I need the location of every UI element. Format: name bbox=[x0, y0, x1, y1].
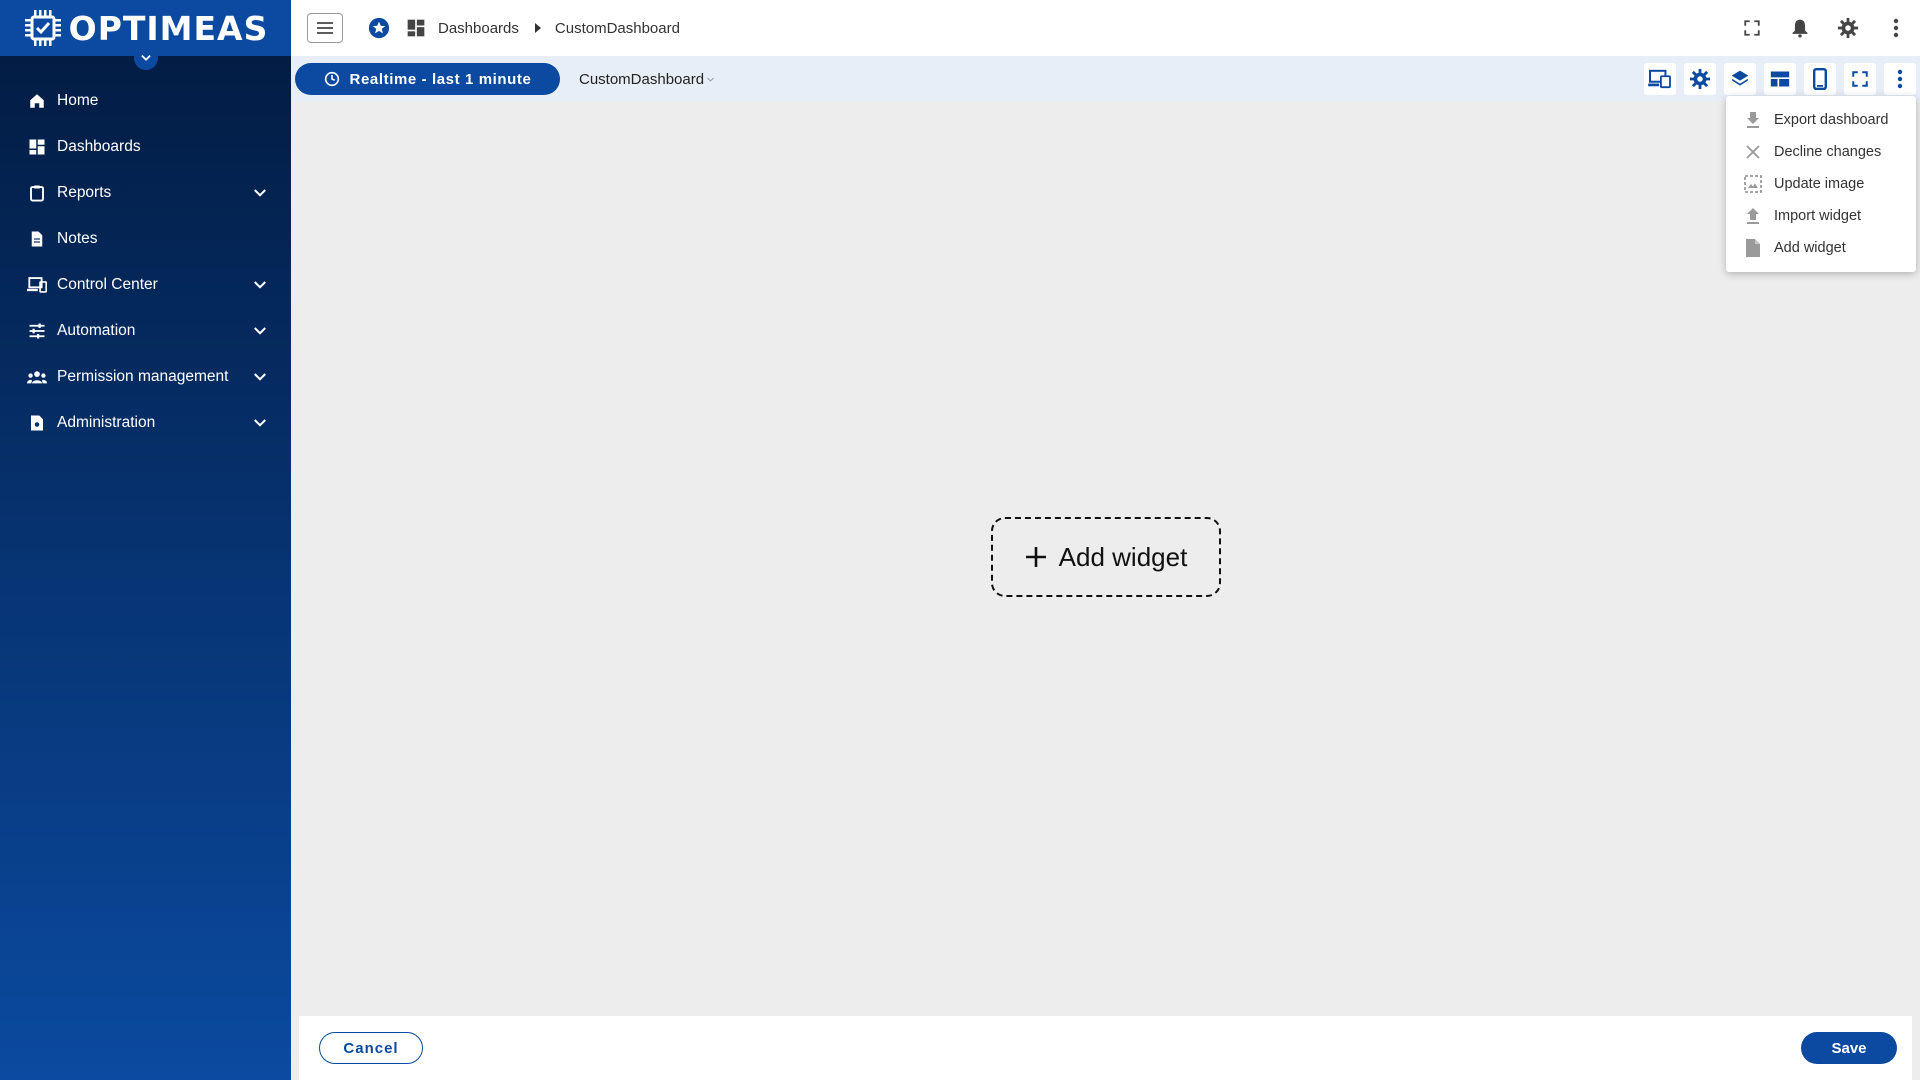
breadcrumb-current: CustomDashboard bbox=[554, 19, 680, 37]
layers-icon bbox=[1731, 70, 1749, 86]
mobile-view-button[interactable] bbox=[1804, 63, 1836, 95]
plus-icon bbox=[1025, 547, 1046, 567]
logo-chip-icon bbox=[24, 10, 61, 46]
sidebar-item-control-center[interactable]: Control Center bbox=[0, 262, 291, 308]
menu-item-label: Add widget bbox=[1774, 240, 1846, 256]
sidebar-item-permission-management[interactable]: Permission management bbox=[0, 354, 291, 400]
menu-item-export-dashboard[interactable]: Export dashboard bbox=[1726, 104, 1916, 136]
clock-icon bbox=[324, 71, 339, 87]
sidebar-menu-button[interactable] bbox=[307, 13, 343, 43]
admin-icon bbox=[27, 413, 47, 433]
devices-icon bbox=[27, 275, 47, 295]
close-icon bbox=[1744, 143, 1762, 161]
cancel-button[interactable]: Cancel bbox=[319, 1032, 423, 1064]
sidebar-item-automation[interactable]: Automation bbox=[0, 308, 291, 354]
sidebar-item-dashboards[interactable]: Dashboards bbox=[0, 124, 291, 170]
chevron-down-icon bbox=[254, 419, 266, 427]
dashboard-select[interactable]: CustomDashboard bbox=[579, 71, 715, 88]
menu-item-import-widget[interactable]: Import widget bbox=[1726, 200, 1916, 232]
menu-item-label: Export dashboard bbox=[1774, 112, 1889, 128]
dashboard-toolbar: Realtime - last 1 minute CustomDashboard bbox=[291, 56, 1920, 102]
sidebar-item-administration[interactable]: Administration bbox=[0, 400, 291, 446]
group-icon bbox=[27, 367, 47, 387]
gear-icon bbox=[1689, 68, 1711, 90]
layout-button[interactable] bbox=[1764, 63, 1796, 95]
layers-button[interactable] bbox=[1724, 63, 1756, 95]
add-widget-label: Add widget bbox=[1058, 541, 1188, 572]
bell-icon[interactable] bbox=[1788, 16, 1812, 40]
clipboard-icon bbox=[27, 183, 47, 203]
devices-icon bbox=[1648, 69, 1671, 89]
note-icon bbox=[27, 229, 47, 249]
chevron-down-icon bbox=[140, 55, 151, 61]
fullscreen-icon[interactable] bbox=[1740, 16, 1764, 40]
chevron-down-icon bbox=[254, 189, 266, 197]
dashboard-select-value: CustomDashboard bbox=[579, 70, 705, 88]
sidebar-item-label: Permission management bbox=[57, 368, 229, 385]
fullscreen-button[interactable] bbox=[1844, 63, 1876, 95]
menu-item-label: Decline changes bbox=[1774, 144, 1882, 160]
home-icon bbox=[27, 91, 47, 111]
more-options-menu: Export dashboard Decline changes Update … bbox=[1726, 96, 1916, 272]
toolbar-icons bbox=[1644, 63, 1916, 95]
logo-bar: OPTIMEAS bbox=[0, 0, 291, 70]
chevron-down-icon bbox=[254, 327, 266, 335]
chevron-right-icon bbox=[534, 23, 541, 33]
sidebar-item-label: Control Center bbox=[57, 276, 158, 293]
dashboard-canvas: Add widget bbox=[291, 102, 1920, 1016]
upload-icon bbox=[1744, 207, 1762, 225]
brand-logo-text: OPTIMEAS bbox=[68, 8, 269, 48]
sidebar-item-notes[interactable]: Notes bbox=[0, 216, 291, 262]
header-actions bbox=[1740, 0, 1920, 56]
sidebar-item-reports[interactable]: Reports bbox=[0, 170, 291, 216]
menu-item-add-widget[interactable]: Add widget bbox=[1726, 232, 1916, 264]
top-header: Dashboards CustomDashboard bbox=[291, 0, 1920, 56]
dashboard-icon bbox=[407, 19, 425, 37]
gear-icon[interactable] bbox=[1836, 16, 1860, 40]
sidebar-item-label: Dashboards bbox=[57, 138, 141, 155]
sidebar: OPTIMEAS Home Dashboards Reports Notes C… bbox=[0, 0, 291, 1080]
sidebar-collapse-toggle[interactable] bbox=[133, 46, 158, 70]
menu-item-update-image[interactable]: Update image bbox=[1726, 168, 1916, 200]
sidebar-item-label: Notes bbox=[57, 230, 98, 247]
file-icon bbox=[1744, 239, 1762, 257]
sidebar-item-label: Administration bbox=[57, 414, 156, 431]
chevron-down-icon bbox=[707, 77, 714, 82]
tune-icon bbox=[27, 321, 47, 341]
chevron-down-icon bbox=[254, 373, 266, 381]
hamburger-icon bbox=[317, 22, 333, 34]
menu-item-label: Update image bbox=[1774, 176, 1865, 192]
realtime-label: Realtime - last 1 minute bbox=[349, 70, 532, 88]
more-options-button[interactable] bbox=[1884, 63, 1916, 95]
sidebar-item-label: Reports bbox=[57, 184, 112, 201]
edit-footer: Cancel Save bbox=[299, 1016, 1912, 1080]
realtime-range-button[interactable]: Realtime - last 1 minute bbox=[295, 63, 560, 95]
fullscreen-icon bbox=[1852, 71, 1868, 87]
more-vert-icon[interactable] bbox=[1884, 16, 1908, 40]
more-vert-icon bbox=[1897, 69, 1903, 89]
layout-icon bbox=[1770, 71, 1790, 87]
settings-button[interactable] bbox=[1684, 63, 1716, 95]
device-layout-button[interactable] bbox=[1644, 63, 1676, 95]
favorite-star-icon[interactable] bbox=[368, 17, 390, 39]
chevron-down-icon bbox=[254, 281, 266, 289]
add-widget-placeholder[interactable]: Add widget bbox=[991, 517, 1221, 597]
sidebar-item-home[interactable]: Home bbox=[0, 78, 291, 124]
download-icon bbox=[1744, 111, 1762, 129]
menu-item-decline-changes[interactable]: Decline changes bbox=[1726, 136, 1916, 168]
save-button[interactable]: Save bbox=[1801, 1032, 1897, 1064]
image-icon bbox=[1744, 175, 1762, 193]
dashboard-icon bbox=[27, 137, 47, 157]
sidebar-item-label: Home bbox=[57, 92, 99, 109]
phone-icon bbox=[1813, 68, 1827, 90]
sidebar-item-label: Automation bbox=[57, 322, 136, 339]
menu-item-label: Import widget bbox=[1774, 208, 1862, 224]
sidebar-nav: Home Dashboards Reports Notes Control Ce… bbox=[0, 78, 291, 446]
breadcrumb-dashboards[interactable]: Dashboards bbox=[438, 20, 519, 37]
